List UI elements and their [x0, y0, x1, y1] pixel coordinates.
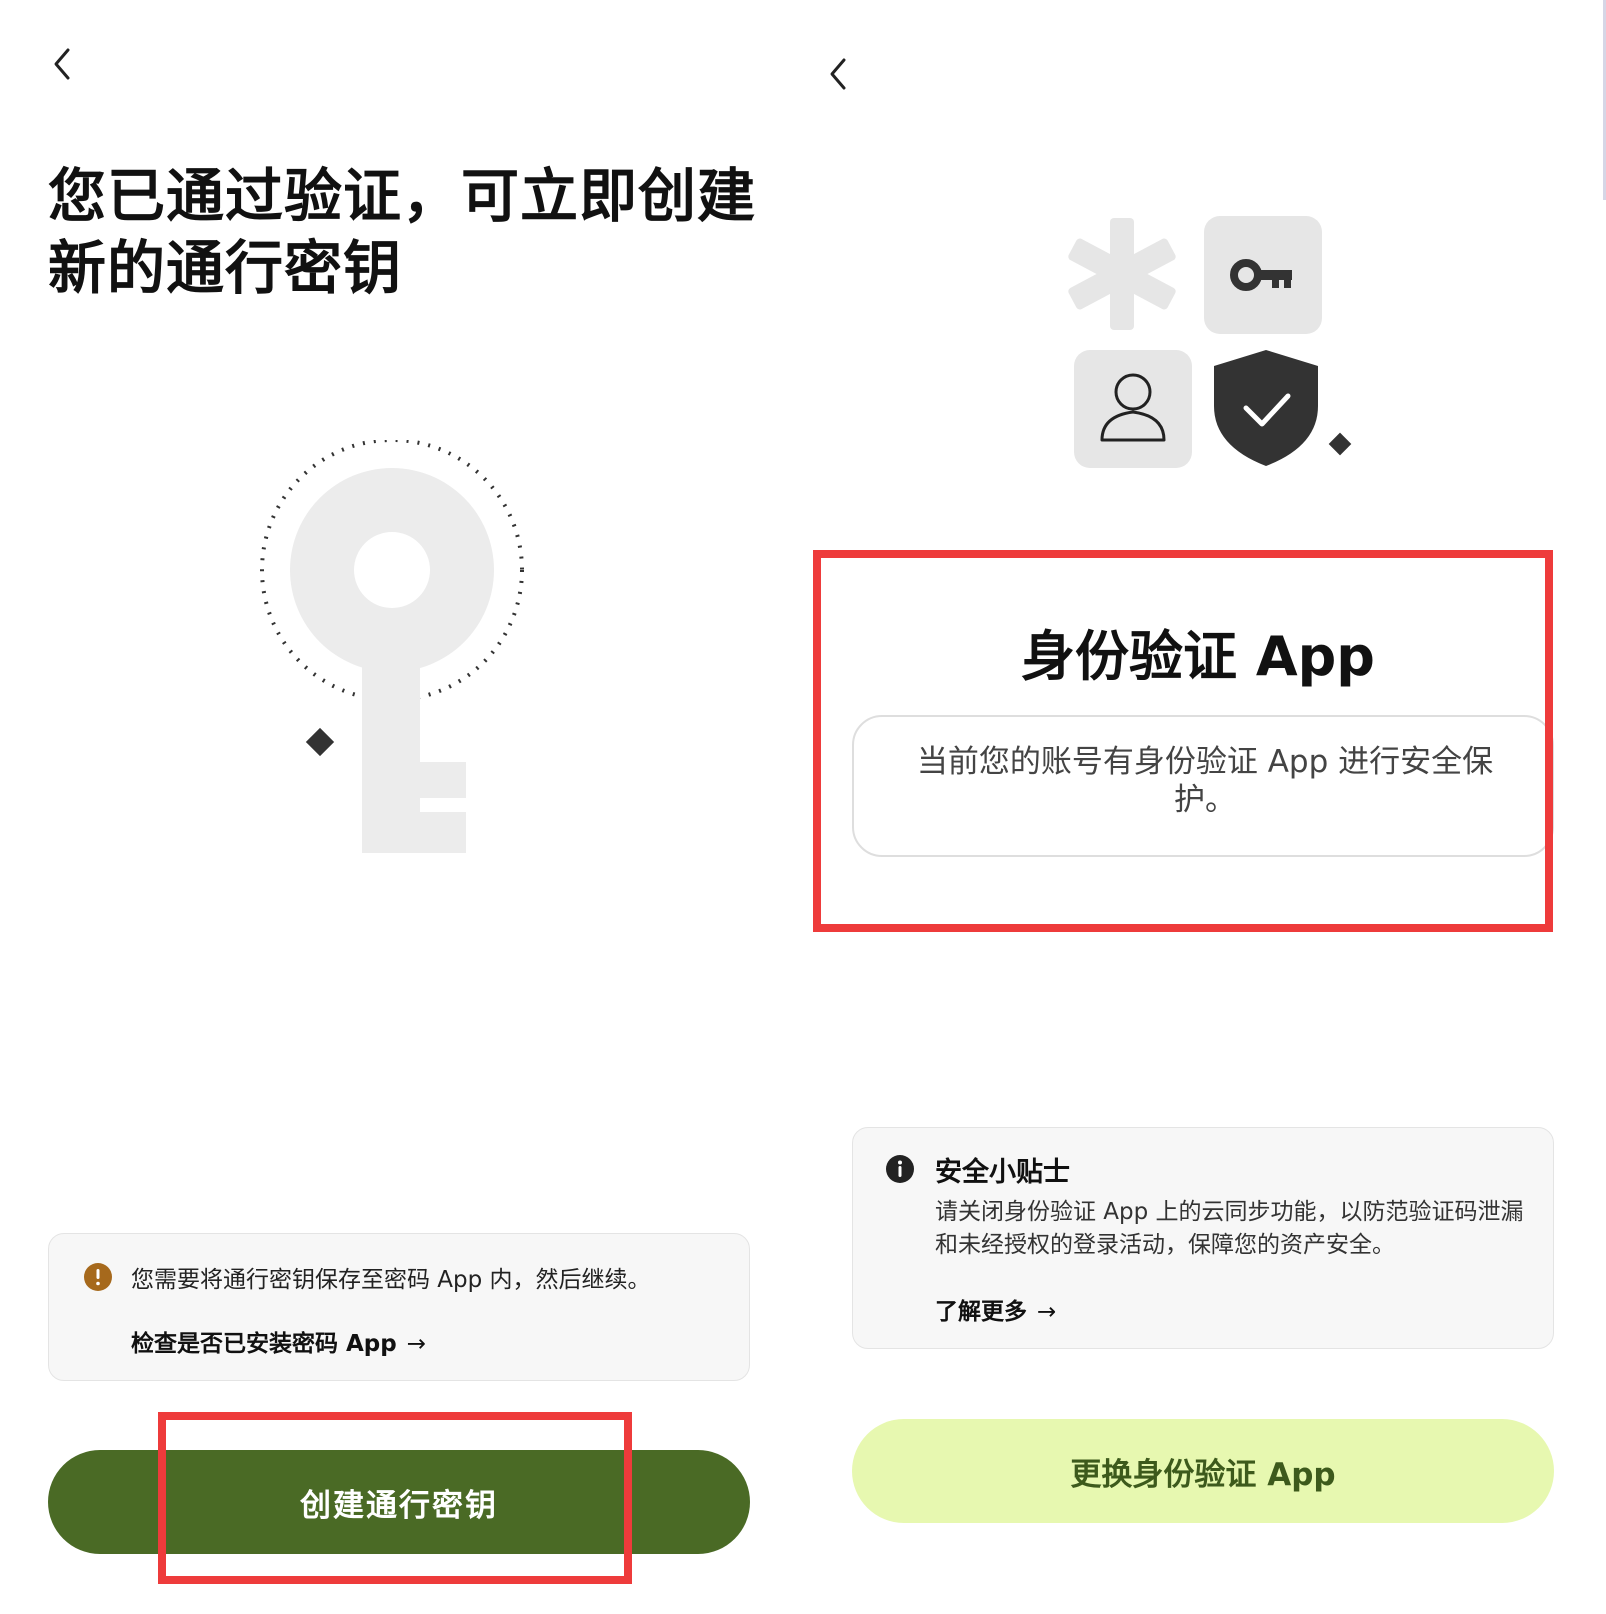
info-icon: [886, 1155, 914, 1183]
back-button[interactable]: [814, 50, 862, 98]
tip-text: 请关闭身份验证 App 上的云同步功能，以防范验证码泄漏和未经授权的登录活动，保…: [935, 1199, 1524, 1258]
passkey-notice: 您需要将通行密钥保存至密码 App 内，然后继续。 检查是否已安装密码 App →: [48, 1233, 750, 1381]
check-password-app-link[interactable]: 检查是否已安装密码 App →: [131, 1324, 426, 1358]
title-line-1: 您已通过验证，可立即创建: [48, 162, 757, 230]
asterisk-icon: [1068, 218, 1176, 330]
key-icon: [1204, 216, 1322, 334]
tip-title: 安全小贴士: [935, 1157, 1070, 1188]
authenticator-panel: 身份验证 App 当前您的账号有身份验证 App 进行安全保护。 安全小贴士 请…: [790, 0, 1606, 1614]
security-tip-box: 安全小贴士 请关闭身份验证 App 上的云同步功能，以防范验证码泄漏和未经授权的…: [852, 1127, 1554, 1349]
page-title: 您已通过验证，可立即创建 新的通行密钥: [48, 160, 768, 304]
notice-link-label: 检查是否已安装密码 App: [131, 1331, 397, 1357]
change-authenticator-button[interactable]: 更换身份验证 App: [852, 1419, 1554, 1523]
security-illustration: [1068, 216, 1352, 468]
section-title: 身份验证 App: [1021, 625, 1375, 688]
description-box: 当前您的账号有身份验证 App 进行安全保护。: [852, 715, 1554, 857]
create-passkey-button[interactable]: 创建通行密钥: [48, 1450, 750, 1554]
back-button[interactable]: [38, 40, 86, 88]
passkey-panel: 您已通过验证，可立即创建 新的通行密钥 您需要将通行密钥保存至密码 App 内，…: [0, 0, 790, 1614]
learn-more-link[interactable]: 了解更多 →: [935, 1292, 1056, 1326]
learn-more-label: 了解更多: [935, 1299, 1027, 1325]
warning-icon: [84, 1263, 112, 1291]
notice-text: 您需要将通行密钥保存至密码 App 内，然后继续。: [131, 1267, 651, 1293]
chevron-left-icon: [830, 58, 846, 90]
key-icon: [260, 440, 524, 853]
arrow-right-icon: →: [406, 1331, 427, 1357]
title-line-2: 新的通行密钥: [48, 234, 403, 302]
shield-check-icon: [1214, 350, 1318, 466]
description-text: 当前您的账号有身份验证 App 进行安全保护。: [916, 744, 1494, 818]
user-icon: [1074, 350, 1192, 468]
chevron-left-icon: [54, 48, 70, 80]
arrow-right-icon: →: [1037, 1299, 1057, 1325]
